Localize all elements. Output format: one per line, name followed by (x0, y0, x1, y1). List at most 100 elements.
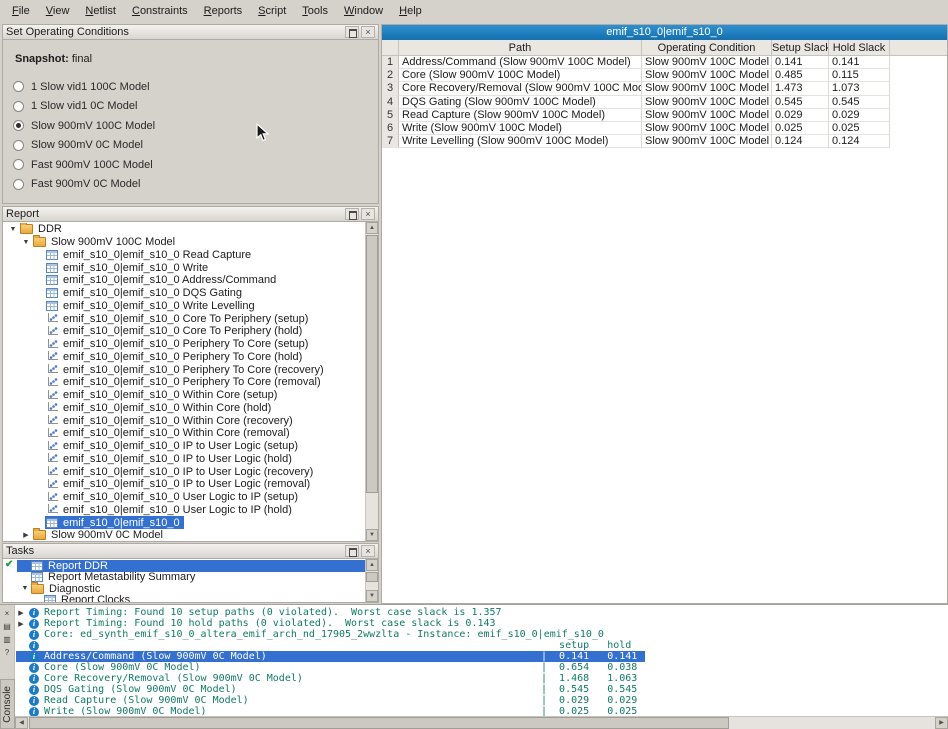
report-tree-row[interactable]: emif_s10_0|emif_s10_0 Core To Periphery … (3, 312, 365, 325)
console-line[interactable]: iCore (Slow 900mV 0C Model)| 0.654 0.038 (16, 662, 948, 673)
tree-item[interactable]: emif_s10_0|emif_s10_0 Within Core (remov… (45, 427, 294, 440)
report-tree-row[interactable]: ▼DDR (3, 223, 365, 236)
float-panel-icon[interactable] (345, 545, 359, 557)
task-row[interactable]: ✔Report DDR (3, 560, 365, 572)
menu-tools[interactable]: Tools (294, 2, 336, 20)
console-line[interactable]: iDQS Gating (Slow 900mV 0C Model)| 0.545… (16, 684, 948, 695)
radio-button[interactable] (13, 81, 24, 92)
close-panel-icon[interactable]: × (361, 208, 375, 220)
console-line[interactable]: iCore: ed_synth_emif_s10_0_altera_emif_a… (16, 629, 948, 640)
console-line[interactable]: ▶iReport Timing: Found 10 setup paths (0… (16, 607, 948, 618)
save-output-icon[interactable]: ▥ (1, 634, 14, 646)
column-header-operating-condition[interactable]: Operating Condition (642, 40, 772, 55)
condition-option[interactable]: 1 Slow vid1 0C Model (3, 97, 378, 117)
close-panel-icon[interactable]: × (361, 26, 375, 38)
task-item[interactable]: Report Metastability Summary (17, 572, 365, 584)
report-tree-row[interactable]: ▶Slow 900mV 0C Model (3, 529, 365, 541)
tree-item[interactable]: emif_s10_0|emif_s10_0 Write Levelling (45, 300, 259, 313)
tasks-scrollbar[interactable]: ▲ ▼ (365, 559, 378, 602)
tree-item[interactable]: Slow 900mV 100C Model (32, 236, 179, 249)
column-header-setup-slack[interactable]: Setup Slack (772, 40, 829, 55)
condition-option[interactable]: Fast 900mV 0C Model (3, 175, 378, 195)
clear-console-icon[interactable]: × (1, 608, 14, 620)
report-tree-row[interactable]: emif_s10_0|emif_s10_0 Periphery To Core … (3, 351, 365, 364)
report-scrollbar[interactable]: ▲ ▼ (365, 222, 378, 541)
tree-item[interactable]: emif_s10_0|emif_s10_0 Core To Periphery … (45, 325, 306, 338)
tree-item[interactable]: emif_s10_0|emif_s10_0 User Logic to IP (… (45, 491, 302, 504)
help-icon[interactable]: ? (1, 647, 14, 659)
condition-option[interactable]: Slow 900mV 100C Model (3, 116, 378, 136)
tree-item[interactable]: emif_s10_0|emif_s10_0 Core To Periphery … (45, 312, 312, 325)
tree-item[interactable]: DDR (19, 223, 66, 236)
report-tree-row[interactable]: emif_s10_0|emif_s10_0 Within Core (remov… (3, 427, 365, 440)
task-row[interactable]: Report Metastability Summary (3, 572, 365, 584)
console-hscrollbar[interactable]: ◀ ▶ (15, 716, 948, 729)
menu-view[interactable]: View (38, 2, 78, 20)
report-tree-row[interactable]: emif_s10_0|emif_s10_0 Periphery To Core … (3, 363, 365, 376)
report-tree-row[interactable]: emif_s10_0|emif_s10_0 (3, 516, 365, 529)
scroll-left-icon[interactable]: ◀ (15, 717, 28, 729)
tree-item[interactable]: emif_s10_0|emif_s10_0 Periphery To Core … (45, 376, 325, 389)
tree-item[interactable]: emif_s10_0|emif_s10_0 IP to User Logic (… (45, 465, 317, 478)
set-operating-conditions-titlebar[interactable]: Set Operating Conditions × (3, 25, 378, 40)
condition-option[interactable]: Slow 900mV 0C Model (3, 136, 378, 156)
tree-item[interactable]: emif_s10_0|emif_s10_0 Periphery To Core … (45, 338, 312, 351)
report-tree-row[interactable]: emif_s10_0|emif_s10_0 Read Capture (3, 249, 365, 262)
radio-button[interactable] (13, 101, 24, 112)
tree-item[interactable]: emif_s10_0|emif_s10_0 Periphery To Core … (45, 351, 306, 364)
menu-reports[interactable]: Reports (196, 2, 251, 20)
console-line[interactable]: iCore Recovery/Removal (Slow 900mV 0C Mo… (16, 673, 948, 684)
scroll-right-icon[interactable]: ▶ (935, 717, 948, 729)
expand-arrow-icon[interactable]: ▶ (16, 620, 26, 628)
task-item[interactable]: ▼Diagnostic (17, 583, 365, 595)
tree-item[interactable]: emif_s10_0|emif_s10_0 DQS Gating (45, 287, 246, 300)
collapse-arrow-icon[interactable]: ▼ (19, 585, 31, 592)
tree-item[interactable]: emif_s10_0|emif_s10_0 IP to User Logic (… (45, 453, 296, 466)
console-tab[interactable]: Console (0, 679, 15, 729)
menu-netlist[interactable]: Netlist (77, 2, 124, 20)
menu-file[interactable]: File (4, 2, 38, 20)
menu-window[interactable]: Window (336, 2, 391, 20)
report-tree-row[interactable]: emif_s10_0|emif_s10_0 Within Core (recov… (3, 414, 365, 427)
scroll-thumb[interactable] (29, 717, 729, 729)
report-tree-row[interactable]: emif_s10_0|emif_s10_0 IP to User Logic (… (3, 478, 365, 491)
report-tree-row[interactable]: emif_s10_0|emif_s10_0 IP to User Logic (… (3, 440, 365, 453)
tree-item[interactable]: emif_s10_0|emif_s10_0 Within Core (hold) (45, 402, 275, 415)
table-row[interactable]: 6Write (Slow 900mV 100C Model)Slow 900mV… (382, 122, 947, 135)
tree-item[interactable]: emif_s10_0|emif_s10_0 Read Capture (45, 249, 255, 262)
table-row[interactable]: 5Read Capture (Slow 900mV 100C Model)Slo… (382, 109, 947, 122)
report-tree-row[interactable]: emif_s10_0|emif_s10_0 Periphery To Core … (3, 338, 365, 351)
report-tree-row[interactable]: ▼Slow 900mV 100C Model (3, 236, 365, 249)
table-row[interactable]: 7Write Levelling (Slow 900mV 100C Model)… (382, 135, 947, 148)
console-line[interactable]: iAddress/Command (Slow 900mV 0C Model)| … (16, 651, 948, 662)
menu-help[interactable]: Help (391, 2, 430, 20)
scroll-down-icon[interactable]: ▼ (366, 529, 378, 541)
condition-option[interactable]: 1 Slow vid1 100C Model (3, 77, 378, 97)
report-tree-row[interactable]: emif_s10_0|emif_s10_0 DQS Gating (3, 287, 365, 300)
tree-item[interactable]: emif_s10_0|emif_s10_0 Within Core (setup… (45, 389, 281, 402)
scroll-up-icon[interactable]: ▲ (366, 222, 378, 234)
tree-item[interactable]: emif_s10_0|emif_s10_0 IP to User Logic (… (45, 440, 302, 453)
collapse-arrow-icon[interactable]: ▼ (20, 239, 32, 246)
scroll-thumb[interactable] (366, 235, 378, 493)
float-panel-icon[interactable] (345, 208, 359, 220)
tree-item[interactable]: Slow 900mV 0C Model (32, 529, 167, 541)
report-tree-row[interactable]: emif_s10_0|emif_s10_0 IP to User Logic (… (3, 453, 365, 466)
scroll-up-icon[interactable]: ▲ (366, 559, 378, 571)
tree-item[interactable]: emif_s10_0|emif_s10_0 IP to User Logic (… (45, 478, 314, 491)
console-line[interactable]: ▶iReport Timing: Found 10 hold paths (0 … (16, 618, 948, 629)
tree-item[interactable]: emif_s10_0|emif_s10_0 Write (45, 261, 212, 274)
table-row[interactable]: 3Core Recovery/Removal (Slow 900mV 100C … (382, 82, 947, 95)
radio-button[interactable] (13, 159, 24, 170)
table-row[interactable]: 1Address/Command (Slow 900mV 100C Model)… (382, 56, 947, 69)
report-tree-row[interactable]: emif_s10_0|emif_s10_0 Periphery To Core … (3, 376, 365, 389)
report-tree-row[interactable]: emif_s10_0|emif_s10_0 Write (3, 261, 365, 274)
float-panel-icon[interactable] (345, 26, 359, 38)
report-tree-row[interactable]: emif_s10_0|emif_s10_0 User Logic to IP (… (3, 491, 365, 504)
task-item[interactable]: Report Clocks (17, 595, 365, 603)
table-row[interactable]: 4DQS Gating (Slow 900mV 100C Model)Slow … (382, 96, 947, 109)
console-line[interactable]: iWrite (Slow 900mV 0C Model)| 0.025 0.02… (16, 706, 948, 716)
menu-constraints[interactable]: Constraints (124, 2, 196, 20)
condition-option[interactable]: Fast 900mV 100C Model (3, 155, 378, 175)
tree-item[interactable]: emif_s10_0|emif_s10_0 User Logic to IP (… (45, 504, 296, 517)
